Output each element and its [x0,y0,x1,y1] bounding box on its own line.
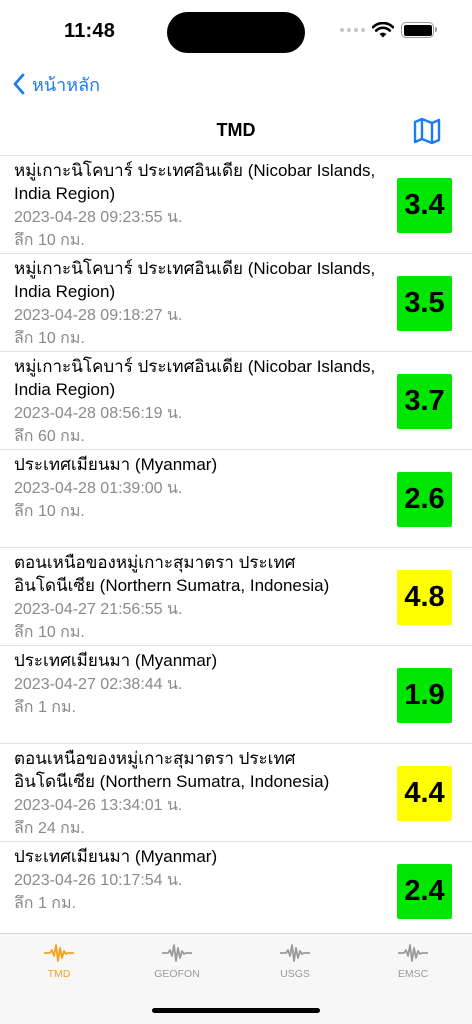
magnitude-badge: 2.4 [397,864,452,919]
quake-row[interactable]: หมู่เกาะนิโคบาร์ ประเทศอินเดีย (Nicobar … [0,156,472,254]
quake-place: หมู่เกาะนิโคบาร์ ประเทศอินเดีย (Nicobar … [14,259,376,301]
status-icons [340,22,437,38]
home-indicator [152,1008,320,1013]
quake-time: 2023-04-28 09:23:55 น. [14,209,183,226]
seismograph-icon [44,944,74,962]
cellular-signal-icon [340,28,365,32]
quake-row[interactable]: ตอนเหนือของหมู่เกาะสุมาตรา ประเทศอินโดนี… [0,744,472,842]
quake-place: ประเทศเมียนมา (Myanmar) [14,455,218,474]
quake-depth: ลึก 60 กม. [14,428,85,445]
magnitude-badge: 2.6 [397,472,452,527]
quake-row[interactable]: หมู่เกาะนิโคบาร์ ประเทศอินเดีย (Nicobar … [0,352,472,450]
quake-place: ประเทศเมียนมา (Myanmar) [14,651,218,670]
tab-label: EMSC [397,968,429,980]
wifi-icon [372,22,394,38]
quake-row[interactable]: หมู่เกาะนิโคบาร์ ประเทศอินเดีย (Nicobar … [0,254,472,352]
seismograph-icon [398,944,428,962]
tab-emsc[interactable]: EMSC [354,942,472,992]
quake-depth: ลึก 10 กม. [14,232,85,249]
quake-row[interactable]: ประเทศเมียนมา (Myanmar) 2023-04-26 10:17:… [0,842,472,933]
magnitude-badge: 3.7 [397,374,452,429]
magnitude-badge: 4.8 [397,570,452,625]
quake-time: 2023-04-28 09:18:27 น. [14,307,183,324]
quake-time: 2023-04-27 21:56:55 น. [14,601,183,618]
quake-time: 2023-04-27 02:38:44 น. [14,676,183,693]
quake-depth: ลึก 10 กม. [14,503,85,520]
quake-time: 2023-04-26 10:17:54 น. [14,872,183,889]
chevron-left-icon [13,73,25,95]
page-title: TMD [216,120,256,140]
magnitude-badge: 1.9 [397,668,452,723]
dynamic-island [167,12,305,53]
map-button[interactable] [412,116,442,150]
earthquake-list[interactable]: หมู่เกาะนิโคบาร์ ประเทศอินเดีย (Nicobar … [0,155,472,933]
quake-place: หมู่เกาะนิโคบาร์ ประเทศอินเดีย (Nicobar … [14,161,376,203]
quake-row[interactable]: ประเทศเมียนมา (Myanmar) 2023-04-28 01:39:… [0,450,472,548]
magnitude-badge: 4.4 [397,766,452,821]
quake-depth: ลึก 24 กม. [14,820,85,837]
quake-time: 2023-04-26 13:34:01 น. [14,797,183,814]
seismograph-icon [280,944,310,962]
quake-depth: ลึก 1 กม. [14,699,76,716]
seismograph-icon [162,944,192,962]
quake-depth: ลึก 10 กม. [14,330,85,347]
quake-place: ประเทศเมียนมา (Myanmar) [14,847,218,866]
tab-geofon[interactable]: GEOFON [118,942,236,992]
map-icon [413,117,441,145]
magnitude-badge: 3.4 [397,178,452,233]
tab-tmd[interactable]: TMD [0,942,118,992]
quake-place: ตอนเหนือของหมู่เกาะสุมาตรา ประเทศอินโดนี… [14,749,330,791]
quake-row[interactable]: ตอนเหนือของหมู่เกาะสุมาตรา ประเทศอินโดนี… [0,548,472,646]
quake-depth: ลึก 10 กม. [14,624,85,641]
quake-depth: ลึก 1 กม. [14,895,76,912]
battery-icon [401,22,437,38]
quake-time: 2023-04-28 08:56:19 น. [14,405,183,422]
quake-row[interactable]: ประเทศเมียนมา (Myanmar) 2023-04-27 02:38:… [0,646,472,744]
status-time: 11:48 [64,20,116,42]
tab-usgs[interactable]: USGS [236,942,354,992]
back-button[interactable]: หน้าหลัก [12,68,100,100]
quake-time: 2023-04-28 01:39:00 น. [14,480,183,497]
quake-place: หมู่เกาะนิโคบาร์ ประเทศอินเดีย (Nicobar … [14,357,376,399]
tab-label: TMD [47,968,71,980]
tab-label: GEOFON [154,968,200,980]
tab-label: USGS [280,968,310,980]
status-bar: 11:48 [0,0,472,64]
back-button-label: หน้าหลัก [32,74,101,96]
quake-place: ตอนเหนือของหมู่เกาะสุมาตรา ประเทศอินโดนี… [14,553,330,595]
magnitude-badge: 3.5 [397,276,452,331]
